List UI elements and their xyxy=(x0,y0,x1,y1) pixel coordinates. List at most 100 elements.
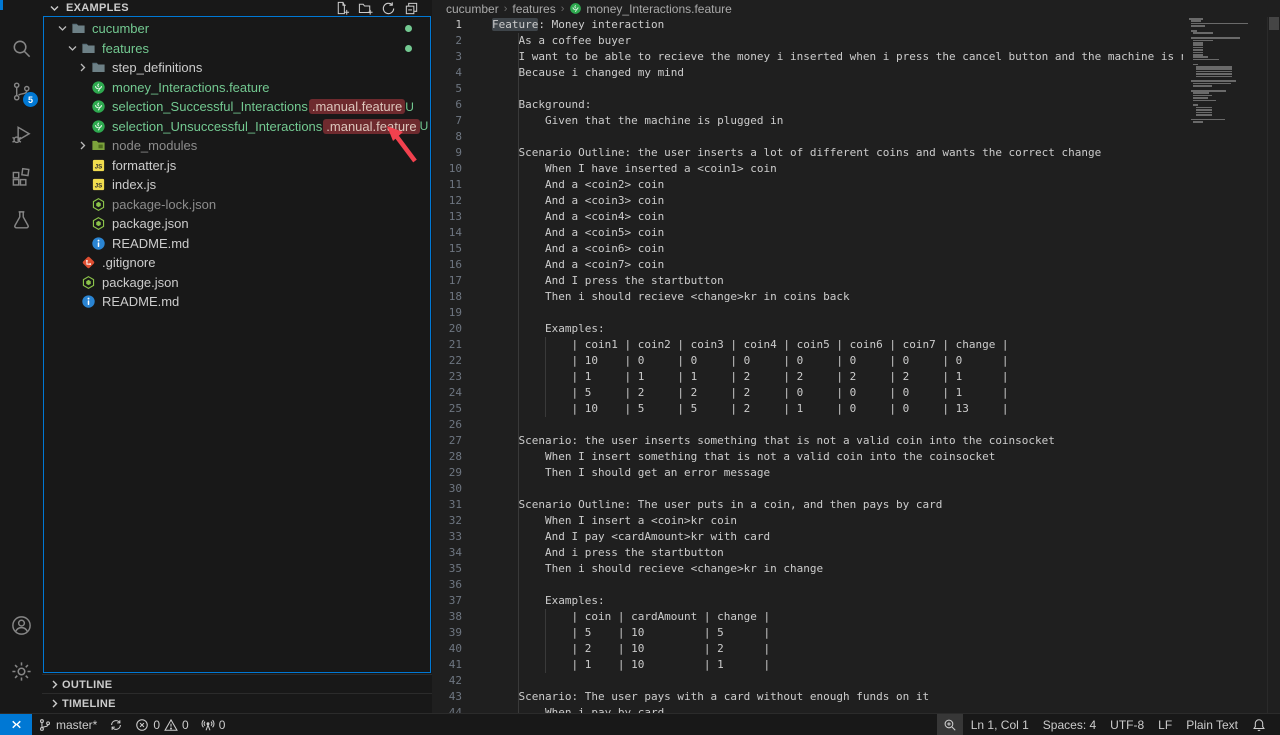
code-line[interactable]: 38 | coin | cardAmount | change | xyxy=(432,609,1183,625)
tree-item-selection-successful-interactions[interactable]: selection_Successful_Interactions.manual… xyxy=(44,97,430,117)
testing-icon[interactable] xyxy=(7,206,35,234)
code-line[interactable]: 6 Background: xyxy=(432,97,1183,113)
code-line[interactable]: 36 xyxy=(432,577,1183,593)
code-line[interactable]: 8 xyxy=(432,129,1183,145)
code-line[interactable]: 40 | 2 | 10 | 2 | xyxy=(432,641,1183,657)
status-indentation[interactable]: Spaces: 4 xyxy=(1037,714,1102,735)
code-line[interactable]: 16 And a <coin7> coin xyxy=(432,257,1183,273)
source-control-icon[interactable]: 5 xyxy=(7,77,35,105)
tree-item-readme-md[interactable]: README.md xyxy=(44,234,430,254)
status-git-branch[interactable]: master* xyxy=(32,714,103,735)
tree-item-money-interactions-feature[interactable]: money_Interactions.feature xyxy=(44,78,430,98)
code-line[interactable]: 24 | 5 | 2 | 2 | 2 | 0 | 0 | 0 | 1 | xyxy=(432,385,1183,401)
code-line[interactable]: 21 | coin1 | coin2 | coin3 | coin4 | coi… xyxy=(432,337,1183,353)
tree-item-readme-md[interactable]: README.md xyxy=(44,292,430,312)
status-sync[interactable] xyxy=(103,714,129,735)
svg-text:JS: JS xyxy=(94,183,101,190)
tree-item-package-json[interactable]: package.json xyxy=(44,214,430,234)
status-screencast-zoom[interactable] xyxy=(937,714,963,735)
tree-item-index-js[interactable]: JSindex.js xyxy=(44,175,430,195)
code-line[interactable]: 3 I want to be able to recieve the money… xyxy=(432,49,1183,65)
status-ports[interactable]: 0 xyxy=(195,714,232,735)
chevron-right-icon[interactable] xyxy=(74,62,90,73)
chevron-down-icon[interactable] xyxy=(46,3,62,14)
tree-item-step-definitions[interactable]: step_definitions xyxy=(44,58,430,78)
code-line[interactable]: 35 Then i should recieve <change>kr in c… xyxy=(432,561,1183,577)
code-line[interactable]: 41 | 1 | 10 | 1 | xyxy=(432,657,1183,673)
chevron-down-icon[interactable] xyxy=(54,23,70,34)
code-line[interactable]: 11 And a <coin2> coin xyxy=(432,177,1183,193)
code-line[interactable]: 43 Scenario: The user pays with a card w… xyxy=(432,689,1183,705)
outline-panel-header[interactable]: OUTLINE xyxy=(42,674,432,694)
code-line[interactable]: 22 | 10 | 0 | 0 | 0 | 0 | 0 | 0 | 0 | xyxy=(432,353,1183,369)
code-line[interactable]: 2 As a coffee buyer xyxy=(432,33,1183,49)
run-debug-icon[interactable] xyxy=(7,120,35,148)
status-notifications[interactable] xyxy=(1246,714,1272,735)
tree-item-cucumber[interactable]: cucumber xyxy=(44,19,430,39)
code-line[interactable]: 10 When I have inserted a <coin1> coin xyxy=(432,161,1183,177)
code-line[interactable]: 9 Scenario Outline: the user inserts a l… xyxy=(432,145,1183,161)
code-line[interactable]: 33 And I pay <cardAmount>kr with card xyxy=(432,529,1183,545)
tree-item-package-lock-json[interactable]: package-lock.json xyxy=(44,195,430,215)
breadcrumb-item[interactable]: cucumber xyxy=(446,2,499,16)
status-encoding[interactable]: UTF-8 xyxy=(1104,714,1150,735)
minimap[interactable] xyxy=(1183,16,1268,713)
status-problems[interactable]: 00 xyxy=(129,714,194,735)
breadcrumb-item[interactable]: features xyxy=(512,2,555,16)
code-line[interactable]: 25 | 10 | 5 | 5 | 2 | 1 | 0 | 0 | 13 | xyxy=(432,401,1183,417)
tree-item-features[interactable]: features xyxy=(44,39,430,59)
code-line[interactable]: 14 And a <coin5> coin xyxy=(432,225,1183,241)
breadcrumb-file[interactable]: money_Interactions.feature xyxy=(569,2,731,16)
tree-item-node-modules[interactable]: node_modules xyxy=(44,136,430,156)
settings-icon[interactable] xyxy=(7,657,35,685)
timeline-panel-header[interactable]: TIMELINE xyxy=(42,693,432,713)
code-line[interactable]: 34 And i press the startbutton xyxy=(432,545,1183,561)
extensions-icon[interactable] xyxy=(7,163,35,191)
chevron-right-icon[interactable] xyxy=(74,140,90,151)
tree-item-formatter-js[interactable]: JSformatter.js xyxy=(44,156,430,176)
new-file-icon[interactable] xyxy=(334,0,351,17)
code-line[interactable]: 42 xyxy=(432,673,1183,689)
code-line[interactable]: 30 xyxy=(432,481,1183,497)
code-line[interactable]: 15 And a <coin6> coin xyxy=(432,241,1183,257)
code-line[interactable]: 18 Then i should recieve <change>kr in c… xyxy=(432,289,1183,305)
status-remote[interactable] xyxy=(0,714,32,735)
refresh-icon[interactable] xyxy=(380,0,397,17)
code-line[interactable]: 39 | 5 | 10 | 5 | xyxy=(432,625,1183,641)
tree-item--gitignore[interactable]: .gitignore xyxy=(44,253,430,273)
tree-item-package-json[interactable]: package.json xyxy=(44,273,430,293)
code-line[interactable]: 1Feature: Money interaction xyxy=(432,17,1183,33)
search-icon[interactable] xyxy=(7,34,35,62)
collapse-all-icon[interactable] xyxy=(403,0,420,17)
code-line[interactable]: 23 | 1 | 1 | 1 | 2 | 2 | 2 | 2 | 1 | xyxy=(432,369,1183,385)
status-cursor-position[interactable]: Ln 1, Col 1 xyxy=(965,714,1035,735)
code-line[interactable]: 31 Scenario Outline: The user puts in a … xyxy=(432,497,1183,513)
code-line[interactable]: 27 Scenario: the user inserts something … xyxy=(432,433,1183,449)
code-line[interactable]: 29 Then I should get an error message xyxy=(432,465,1183,481)
status-eol[interactable]: LF xyxy=(1152,714,1178,735)
editor-scrollbar[interactable] xyxy=(1267,17,1280,713)
scrollbar-thumb[interactable] xyxy=(1269,17,1279,30)
code-line[interactable]: 7 Given that the machine is plugged in xyxy=(432,113,1183,129)
code-line[interactable]: 17 And I press the startbutton xyxy=(432,273,1183,289)
line-number: 40 xyxy=(432,641,462,657)
code-editor[interactable]: 1Feature: Money interaction2 As a coffee… xyxy=(432,17,1183,713)
tree-item-label: package.json xyxy=(102,275,179,290)
code-line[interactable]: 26 xyxy=(432,417,1183,433)
account-icon[interactable] xyxy=(7,611,35,639)
code-line[interactable]: 37 Examples: xyxy=(432,593,1183,609)
line-number: 18 xyxy=(432,289,462,305)
code-line[interactable]: 13 And a <coin4> coin xyxy=(432,209,1183,225)
status-language-mode[interactable]: Plain Text xyxy=(1180,714,1244,735)
code-line[interactable]: 12 And a <coin3> coin xyxy=(432,193,1183,209)
code-line[interactable]: 19 xyxy=(432,305,1183,321)
code-line[interactable]: 4 Because i changed my mind xyxy=(432,65,1183,81)
code-line[interactable]: 32 When I insert a <coin>kr coin xyxy=(432,513,1183,529)
code-line[interactable]: 5 xyxy=(432,81,1183,97)
code-line[interactable]: 44 When i pay by card xyxy=(432,705,1183,713)
chevron-down-icon[interactable] xyxy=(64,43,80,54)
code-line[interactable]: 20 Examples: xyxy=(432,321,1183,337)
code-line[interactable]: 28 When I insert something that is not a… xyxy=(432,449,1183,465)
new-folder-icon[interactable] xyxy=(357,0,374,17)
tree-item-selection-unsuccessful-interactions[interactable]: selection_Unsuccessful_Interactions.manu… xyxy=(44,117,430,137)
